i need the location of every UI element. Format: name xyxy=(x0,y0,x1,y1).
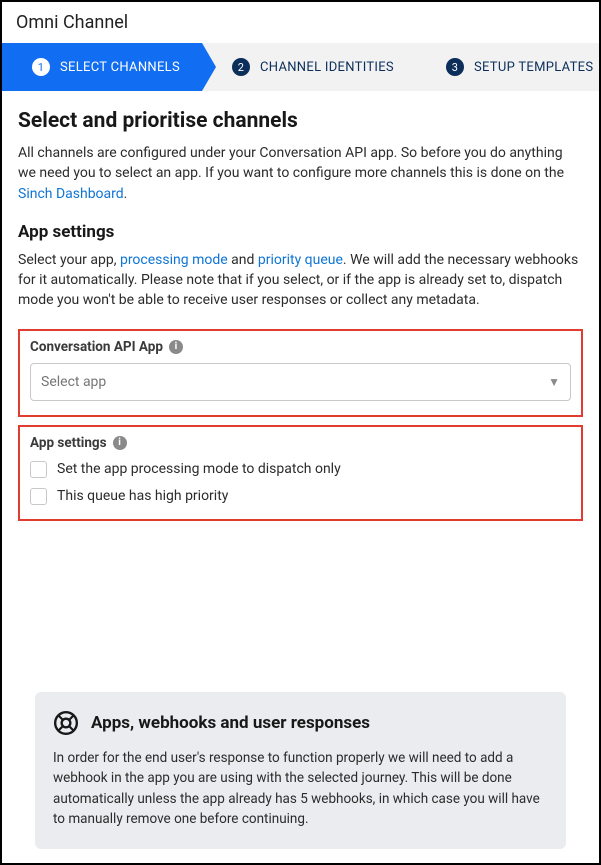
main-content: Select and prioritise channels All chann… xyxy=(2,91,599,521)
api-app-select[interactable]: Select app ▼ xyxy=(30,363,571,401)
priority-queue-checkbox[interactable] xyxy=(30,488,47,505)
intro-text-pre: All channels are configured under your C… xyxy=(18,145,564,181)
api-app-label-text: Conversation API App xyxy=(30,339,163,355)
app-settings-group: App settings i Set the app processing mo… xyxy=(18,425,583,521)
step-label: SETUP TEMPLATES xyxy=(474,60,593,75)
intro-paragraph: All channels are configured under your C… xyxy=(18,143,583,204)
window-title: Omni Channel xyxy=(2,2,599,43)
api-app-placeholder: Select app xyxy=(41,374,106,390)
step-setup-templates[interactable]: 3 SETUP TEMPLATES xyxy=(416,43,599,91)
intro-text-post: . xyxy=(124,186,128,202)
dispatch-mode-checkbox[interactable] xyxy=(30,461,47,478)
app-settings-heading: App settings xyxy=(18,222,583,242)
chevron-down-icon: ▼ xyxy=(548,375,560,389)
lifebuoy-icon xyxy=(53,710,79,736)
desc-mid: and xyxy=(228,252,258,268)
step-number: 2 xyxy=(232,58,250,76)
step-number: 3 xyxy=(446,58,464,76)
api-app-group: Conversation API App i Select app ▼ xyxy=(18,329,583,417)
step-channel-identities[interactable]: 2 CHANNEL IDENTITIES xyxy=(202,43,416,91)
priority-queue-link[interactable]: priority queue xyxy=(258,252,343,268)
callout-body: In order for the end user's response to … xyxy=(53,748,548,829)
info-callout: Apps, webhooks and user responses In ord… xyxy=(35,692,566,849)
processing-mode-link[interactable]: processing mode xyxy=(120,252,228,268)
api-app-label: Conversation API App i xyxy=(30,339,571,355)
step-label: SELECT CHANNELS xyxy=(60,60,180,75)
callout-header: Apps, webhooks and user responses xyxy=(53,710,548,736)
step-number: 1 xyxy=(32,58,50,76)
priority-queue-row: This queue has high priority xyxy=(30,488,571,505)
sinch-dashboard-link[interactable]: Sinch Dashboard xyxy=(18,186,124,202)
desc-pre: Select your app, xyxy=(18,252,120,268)
step-select-channels[interactable]: 1 SELECT CHANNELS xyxy=(2,43,202,91)
step-label: CHANNEL IDENTITIES xyxy=(260,60,394,75)
page-heading: Select and prioritise channels xyxy=(18,109,583,133)
app-settings-label-text: App settings xyxy=(30,435,107,451)
callout-title: Apps, webhooks and user responses xyxy=(91,713,370,733)
dispatch-mode-label: Set the app processing mode to dispatch … xyxy=(57,461,341,477)
priority-queue-label: This queue has high priority xyxy=(57,488,228,504)
stepper: 1 SELECT CHANNELS 2 CHANNEL IDENTITIES 3… xyxy=(2,43,599,91)
app-settings-description: Select your app, processing mode and pri… xyxy=(18,250,583,311)
info-icon[interactable]: i xyxy=(113,436,127,450)
info-icon[interactable]: i xyxy=(169,340,183,354)
dispatch-mode-row: Set the app processing mode to dispatch … xyxy=(30,461,571,478)
app-settings-label: App settings i xyxy=(30,435,571,451)
